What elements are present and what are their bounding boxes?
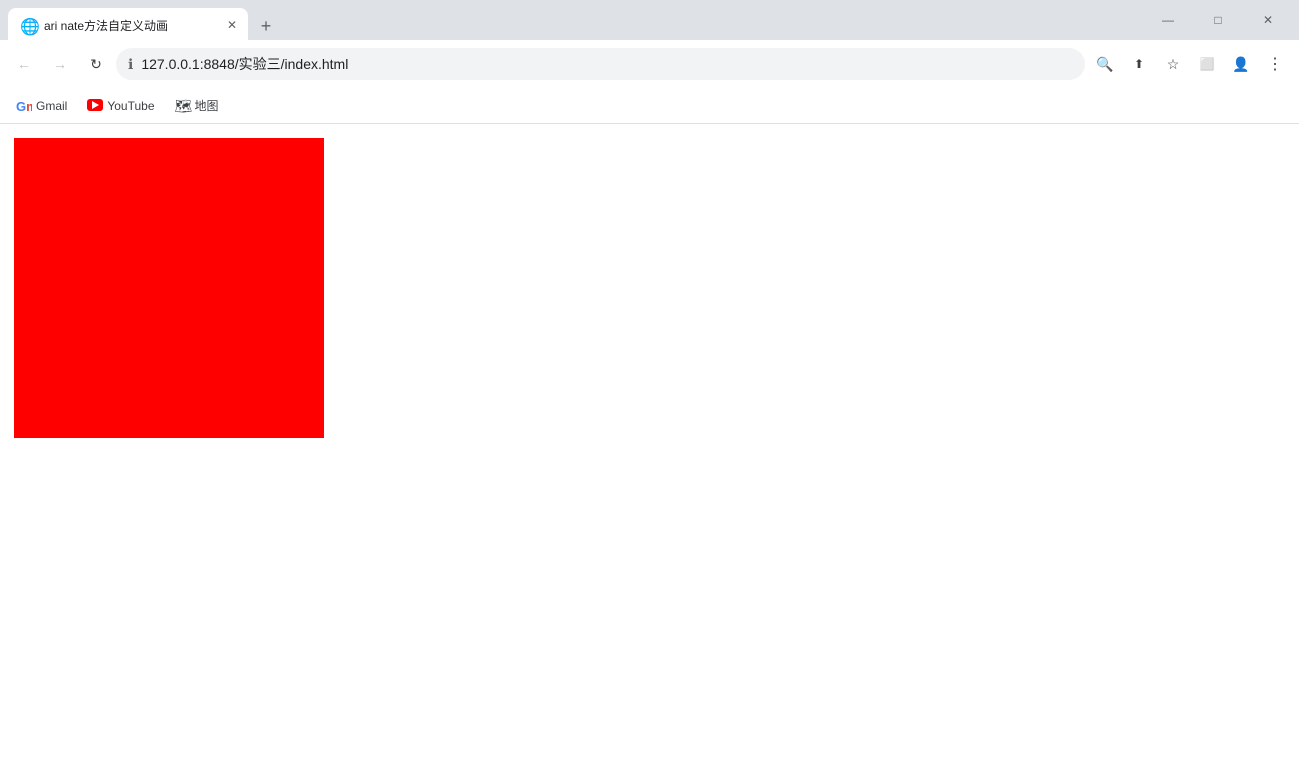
zoom-button[interactable]: 🔍 [1089, 48, 1121, 80]
gmail-icon: Gmail [16, 98, 32, 114]
minimize-icon: — [1162, 13, 1174, 27]
tab-close-button[interactable]: ✕ [224, 17, 240, 33]
page-content [0, 124, 1299, 766]
more-options-button[interactable]: ⋮ [1259, 48, 1291, 80]
active-tab[interactable]: 🌐 ari nate方法自定义动画 ✕ [8, 8, 248, 42]
address-bar[interactable]: ℹ 127.0.0.1:8848/实验三/index.html [116, 48, 1085, 80]
bookmarks-bar: Gmail Gmail YouTube 🗺 地图 [0, 88, 1299, 124]
new-tab-button[interactable]: + [252, 12, 280, 40]
red-box [14, 138, 324, 438]
tab-favicon: 🌐 [20, 17, 36, 33]
security-icon: ℹ [128, 56, 133, 73]
forward-button[interactable]: → [44, 48, 76, 80]
maximize-button[interactable]: □ [1195, 4, 1241, 36]
window-controls: — □ ✕ [1145, 4, 1291, 36]
browser-chrome: 🌐 ari nate方法自定义动画 ✕ + — □ ✕ ← → [0, 0, 1299, 124]
maximize-icon: □ [1214, 13, 1221, 27]
new-tab-icon: + [261, 16, 272, 37]
title-bar: 🌐 ari nate方法自定义动画 ✕ + — □ ✕ [0, 0, 1299, 40]
zoom-icon: 🔍 [1096, 56, 1113, 73]
back-icon: ← [17, 56, 31, 72]
close-icon: ✕ [1263, 13, 1273, 27]
url-text: 127.0.0.1:8848/实验三/index.html [141, 54, 1073, 74]
minimize-button[interactable]: — [1145, 4, 1191, 36]
reload-button[interactable]: ↻ [80, 48, 112, 80]
close-button[interactable]: ✕ [1245, 4, 1291, 36]
tabs-area: 🌐 ari nate方法自定义动画 ✕ + [8, 0, 1145, 40]
gmail-label: Gmail [36, 99, 67, 113]
bookmark-youtube[interactable]: YouTube [79, 94, 162, 118]
youtube-label: YouTube [107, 99, 154, 113]
share-button[interactable]: ⬆ [1123, 48, 1155, 80]
tab-title: ari nate方法自定义动画 [44, 17, 216, 34]
reload-icon: ↻ [90, 56, 102, 73]
profile-icon: 👤 [1232, 56, 1249, 73]
bookmark-gmail[interactable]: Gmail Gmail [8, 94, 75, 118]
share-icon: ⬆ [1134, 57, 1144, 71]
profile-button[interactable]: 👤 [1225, 48, 1257, 80]
youtube-icon [87, 98, 103, 114]
bookmark-button[interactable]: ☆ [1157, 48, 1189, 80]
toolbar-right: 🔍 ⬆ ☆ ⬜ 👤 ⋮ [1089, 48, 1291, 80]
maps-icon: 🗺 [175, 98, 191, 114]
maps-label: 地图 [195, 97, 219, 114]
svg-text:Gmail: Gmail [16, 99, 32, 114]
navigation-bar: ← → ↻ ℹ 127.0.0.1:8848/实验三/index.html 🔍 … [0, 40, 1299, 88]
split-view-button[interactable]: ⬜ [1191, 48, 1223, 80]
forward-icon: → [53, 56, 67, 72]
bookmark-star-icon: ☆ [1167, 56, 1180, 73]
bookmark-maps[interactable]: 🗺 地图 [167, 93, 227, 118]
split-view-icon: ⬜ [1200, 57, 1215, 71]
back-button[interactable]: ← [8, 48, 40, 80]
more-options-icon: ⋮ [1267, 54, 1283, 74]
